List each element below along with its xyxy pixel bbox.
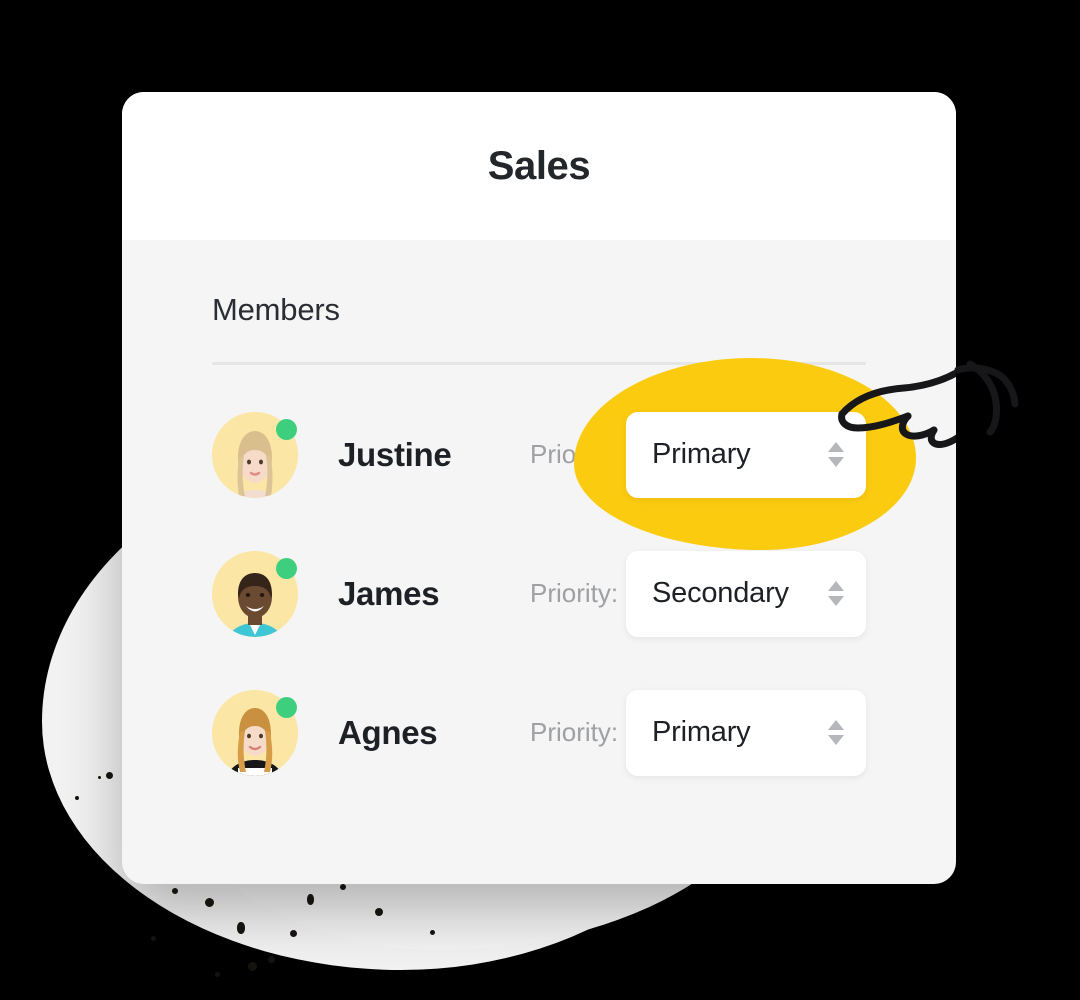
chevron-down-icon xyxy=(828,596,844,606)
chevron-up-icon xyxy=(828,581,844,591)
decorative-speck xyxy=(430,930,435,935)
priority-select[interactable]: Secondary xyxy=(626,550,866,637)
stepper-up-down-icon[interactable] xyxy=(828,442,844,467)
stepper-up-down-icon[interactable] xyxy=(828,720,844,745)
member-name: Agnes xyxy=(338,713,438,751)
member-name: Justine xyxy=(338,435,452,473)
avatar[interactable] xyxy=(212,689,298,776)
chevron-up-icon xyxy=(828,720,844,730)
priority-label: Priority: xyxy=(530,717,619,747)
priority-select-value: Primary xyxy=(652,716,751,748)
decorative-speck xyxy=(106,772,113,779)
decorative-speck xyxy=(98,776,101,779)
online-status-dot-icon xyxy=(276,557,297,579)
chevron-up-icon xyxy=(828,442,844,452)
chevron-down-icon xyxy=(828,735,844,745)
card-header: Sales xyxy=(122,92,956,240)
card-body: Members Justine Primary James Priority: … xyxy=(122,240,956,802)
online-status-dot-icon xyxy=(276,696,297,718)
decorative-speck xyxy=(268,956,275,963)
priority-select[interactable]: Primary xyxy=(626,689,866,776)
avatar[interactable] xyxy=(212,411,298,498)
decorative-speck xyxy=(290,930,297,937)
decorative-speck xyxy=(248,962,257,971)
decorative-speck xyxy=(215,972,220,977)
member-name: James xyxy=(338,574,440,612)
priority-select-wrapper: Secondary xyxy=(626,550,866,637)
page-stage: Sales Members Justine Primary James Prio… xyxy=(0,0,1080,1000)
decorative-speck xyxy=(75,796,79,800)
priority-select-value: Primary xyxy=(652,438,751,470)
member-row: Justine Priority: Primary xyxy=(212,357,916,550)
priority-select-wrapper: Primary xyxy=(574,357,916,550)
priority-select[interactable]: Primary xyxy=(626,411,866,498)
online-status-dot-icon xyxy=(276,418,297,440)
decorative-speck xyxy=(172,888,178,894)
members-section-heading: Members xyxy=(212,292,340,327)
stepper-up-down-icon[interactable] xyxy=(828,581,844,606)
avatar[interactable] xyxy=(212,550,298,637)
decorative-speck xyxy=(237,922,245,934)
priority-select-value: Secondary xyxy=(652,577,789,609)
chevron-down-icon xyxy=(828,457,844,467)
page-title: Sales xyxy=(487,143,591,188)
decorative-speck xyxy=(151,936,156,941)
priority-select-wrapper: Primary xyxy=(626,689,866,776)
sales-card: Sales Members Justine Primary James Prio… xyxy=(122,92,956,884)
decorative-speck xyxy=(375,908,383,916)
member-row: Agnes Priority: Primary xyxy=(212,663,866,802)
page-frame-right xyxy=(956,0,1080,1000)
decorative-speck xyxy=(340,884,346,890)
members-list: Justine Priority: Primary xyxy=(212,357,916,802)
decorative-speck xyxy=(307,894,314,905)
priority-label: Priority: xyxy=(530,578,619,608)
decorative-speck xyxy=(205,898,214,907)
